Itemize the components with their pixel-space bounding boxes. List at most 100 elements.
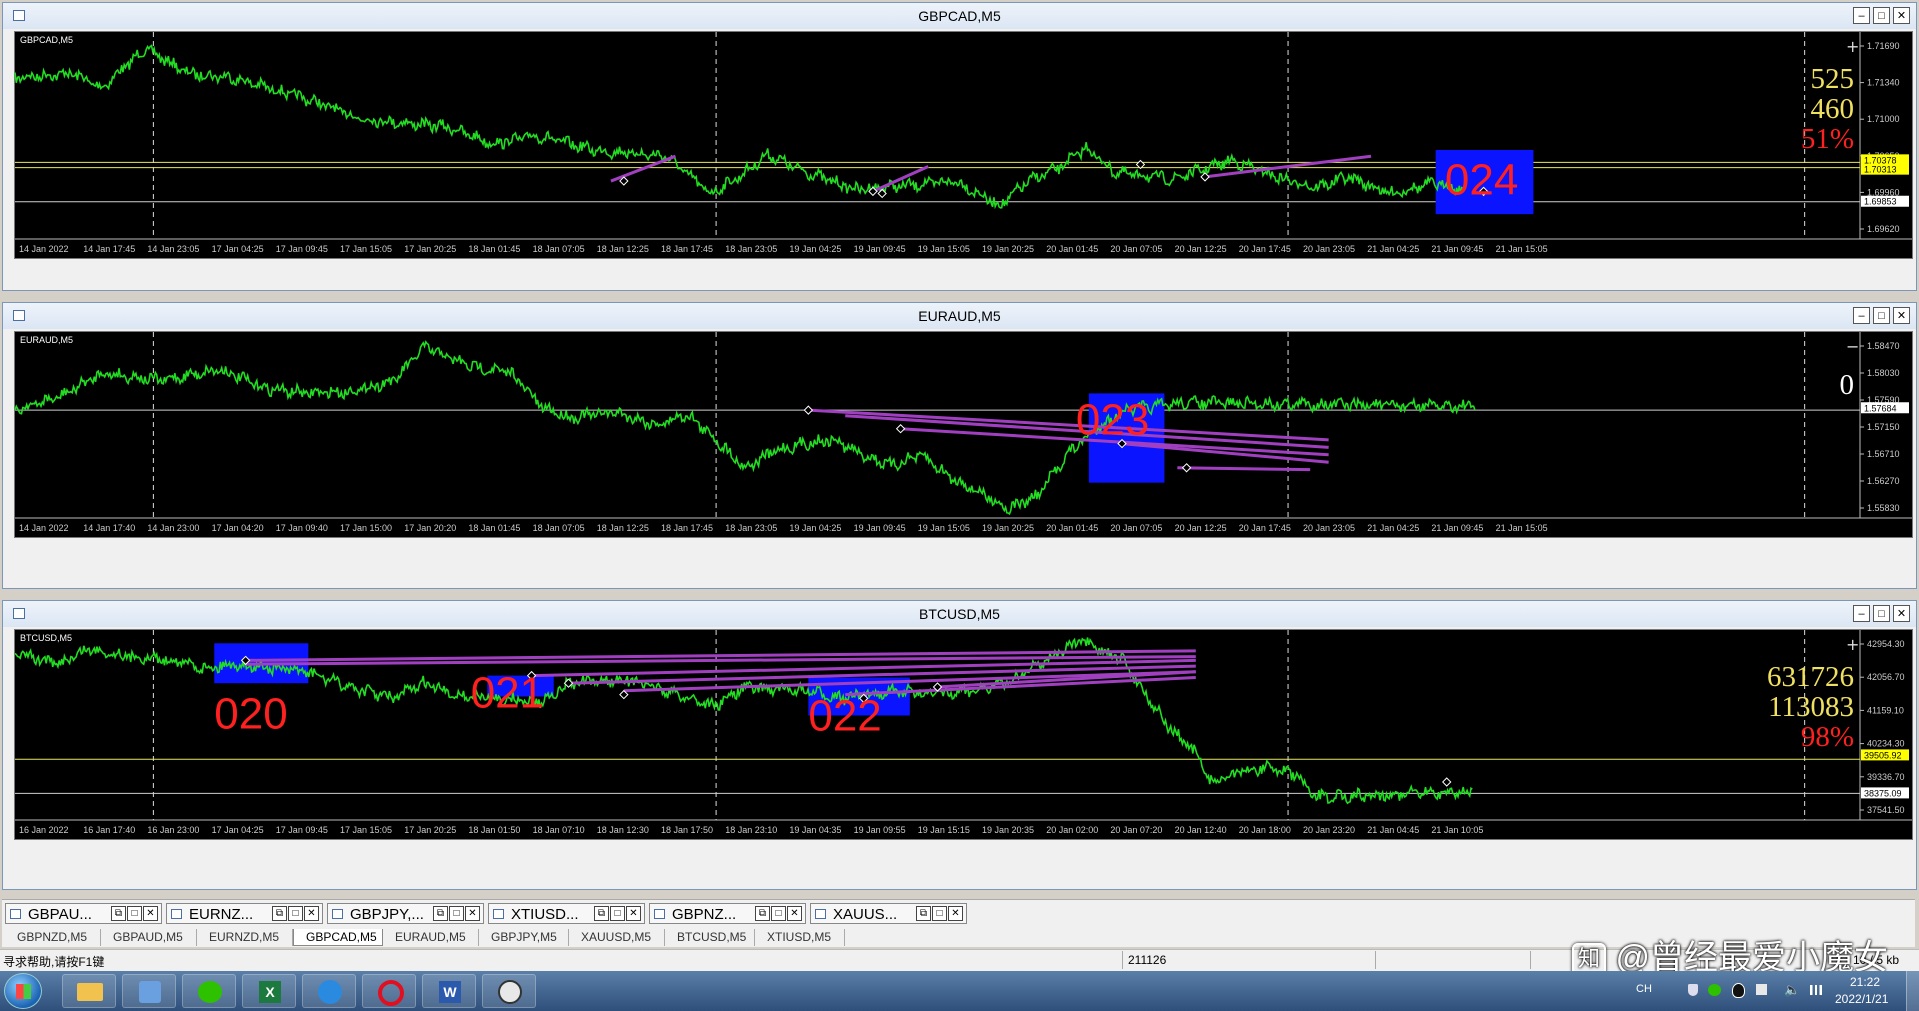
time-tick-label: 18 Jan 17:45 — [661, 523, 713, 533]
chart-canvas[interactable]: 0231.584701.580301.575901.571501.567101.… — [14, 332, 1912, 537]
clock-time[interactable]: 21:22 — [1850, 975, 1880, 989]
maximize-button[interactable]: □ — [288, 906, 303, 921]
restore-button[interactable]: ⧉ — [433, 906, 448, 921]
input-method-label[interactable]: CH — [1636, 983, 1652, 995]
stat-value: 0 — [1840, 369, 1855, 401]
window-titlebar[interactable]: GBPCAD,M5 – □ ✕ — [3, 3, 1916, 29]
signal-icon[interactable] — [1810, 985, 1822, 995]
shield-icon[interactable] — [1688, 984, 1698, 996]
time-tick-label: 17 Jan 04:25 — [212, 825, 264, 835]
mdi-tab-label: EURNZ... — [189, 906, 254, 923]
restore-button[interactable]: ⧉ — [755, 906, 770, 921]
chart-window-euraud[interactable]: EURAUD,M5 – □ ✕ EURAUD,M5 023 1.58470 1.58030 1.… — [2, 302, 1917, 589]
price-tick-label: 1.56710 — [1867, 449, 1900, 459]
close-button[interactable]: ✕ — [1893, 307, 1910, 324]
wechat-taskbar-button[interactable] — [182, 974, 236, 1008]
zone-label: 024 — [1445, 155, 1518, 204]
chart-plot-area[interactable]: EURAUD,M5 023 1.58470 1.58030 1.57590 1.57150… — [14, 331, 1913, 538]
close-button[interactable]: ✕ — [626, 906, 641, 921]
maximize-button[interactable]: □ — [1873, 307, 1890, 324]
chart-plot-area[interactable]: BTCUSD,M5 020 021 022 42954.30 42056.70 41159.… — [14, 629, 1913, 840]
chart-canvas[interactable]: 0241.716901.713401.710001.706501.699601.… — [14, 32, 1912, 258]
minimize-button[interactable]: – — [1853, 7, 1870, 24]
window-titlebar[interactable]: BTCUSD,M5 – □ ✕ — [3, 601, 1916, 627]
mdi-tab-1[interactable]: EURNZ... ⧉ □ ✕ — [166, 903, 323, 924]
restore-button[interactable]: ⧉ — [272, 906, 287, 921]
mdi-tab-3[interactable]: XTIUSD... ⧉ □ ✕ — [488, 903, 645, 924]
browser-taskbar-button[interactable] — [302, 974, 356, 1008]
close-button[interactable]: ✕ — [787, 906, 802, 921]
flag-tray-icon[interactable] — [1756, 984, 1767, 995]
maximize-button[interactable]: □ — [771, 906, 786, 921]
chart-window-btcusd[interactable]: BTCUSD,M5 – □ ✕ BTCUSD,M5 020 021 022 42954.30 42… — [2, 600, 1917, 890]
maximize-button[interactable]: □ — [1873, 7, 1890, 24]
mdi-tab-0[interactable]: GBPAU... ⧉ □ ✕ — [5, 903, 162, 924]
corner-indicator[interactable]: + — [1846, 635, 1859, 654]
time-tick-label: 17 Jan 20:20 — [404, 523, 456, 533]
chart-window-gbpcad[interactable]: GBPCAD,M5 – □ ✕ GBPCAD,M5 024 1.71690 1.71340 1.… — [2, 2, 1917, 291]
chart-tab[interactable]: XTIUSD,M5 — [755, 929, 845, 946]
corner-indicator[interactable]: + — [1846, 37, 1859, 56]
wechat-tray-icon[interactable] — [1708, 984, 1721, 996]
corner-indicator[interactable]: − — [1846, 337, 1859, 356]
mdi-tab-4[interactable]: GBPNZ... ⧉ □ ✕ — [649, 903, 806, 924]
folder-taskbar-button[interactable] — [62, 974, 116, 1008]
time-tick-label: 19 Jan 20:35 — [982, 825, 1034, 835]
close-button[interactable]: ✕ — [948, 906, 963, 921]
metatrader-taskbar-button[interactable] — [482, 974, 536, 1008]
chart-canvas[interactable]: 020 021 022 42954.30 42056.70 41159.10 40234.3… — [14, 630, 1912, 839]
close-button[interactable]: ✕ — [1893, 605, 1910, 622]
volume-icon[interactable]: 🔈 — [1784, 982, 1800, 998]
time-tick-label: 18 Jan 17:45 — [661, 244, 713, 254]
trade-marker[interactable] — [1181, 463, 1192, 473]
chart-tab[interactable]: GBPJPY,M5 — [479, 929, 569, 946]
trend-line[interactable] — [1177, 466, 1311, 472]
minimize-button[interactable]: – — [1853, 605, 1870, 622]
price-tick-label: 37541.50 — [1867, 805, 1905, 815]
trade-marker[interactable] — [1200, 172, 1210, 182]
chart-tab[interactable]: EURAUD,M5 — [383, 929, 479, 946]
time-tick-label: 17 Jan 15:00 — [340, 523, 392, 533]
restore-button[interactable]: ⧉ — [916, 906, 931, 921]
minimize-button[interactable]: – — [1853, 307, 1870, 324]
show-desktop-button[interactable] — [1906, 971, 1919, 1011]
mdi-tab-2[interactable]: GBPJPY,... ⧉ □ ✕ — [327, 903, 484, 924]
close-button[interactable]: ✕ — [465, 906, 480, 921]
trend-line[interactable] — [610, 154, 677, 183]
start-button[interactable] — [4, 973, 42, 1009]
close-button[interactable]: ✕ — [143, 906, 158, 921]
trade-marker[interactable] — [895, 424, 906, 434]
trade-marker[interactable] — [803, 405, 814, 415]
time-tick-label: 19 Jan 04:25 — [789, 244, 841, 254]
chart-tab[interactable]: BTCUSD,M5 — [665, 929, 755, 946]
word-taskbar-button[interactable]: W — [422, 974, 476, 1008]
restore-button[interactable]: ⧉ — [594, 906, 609, 921]
chart-tab[interactable]: GBPCAD,M5 — [293, 929, 383, 946]
restore-button[interactable]: ⧉ — [111, 906, 126, 921]
chart-tab[interactable]: EURNZD,M5 — [197, 929, 293, 946]
chart-tab[interactable]: GBPAUD,M5 — [101, 929, 197, 946]
close-button[interactable]: ✕ — [1893, 7, 1910, 24]
maximize-button[interactable]: □ — [932, 906, 947, 921]
excel-taskbar-button[interactable]: X — [242, 974, 296, 1008]
close-button[interactable]: ✕ — [304, 906, 319, 921]
trend-line[interactable] — [808, 408, 1329, 442]
time-tick-label: 20 Jan 02:00 — [1046, 825, 1098, 835]
window-titlebar[interactable]: EURAUD,M5 – □ ✕ — [3, 303, 1916, 329]
maximize-button[interactable]: □ — [127, 906, 142, 921]
window-controls: – □ ✕ — [1853, 605, 1910, 622]
qq-tray-icon[interactable] — [1732, 983, 1745, 998]
time-tick-label: 19 Jan 20:25 — [982, 244, 1034, 254]
clock-date[interactable]: 2022/1/21 — [1835, 992, 1888, 1006]
maximize-button[interactable]: □ — [1873, 605, 1890, 622]
opera-taskbar-button[interactable] — [362, 974, 416, 1008]
time-tick-label: 18 Jan 12:25 — [597, 244, 649, 254]
maximize-button[interactable]: □ — [610, 906, 625, 921]
network-taskbar-button[interactable] — [122, 974, 176, 1008]
trade-marker[interactable] — [1442, 777, 1452, 787]
mdi-tab-5[interactable]: XAUUS... ⧉ □ ✕ — [810, 903, 967, 924]
chart-plot-area[interactable]: GBPCAD,M50241.716901.713401.710001.70650… — [14, 31, 1913, 259]
chart-tab[interactable]: XAUUSD,M5 — [569, 929, 665, 946]
maximize-button[interactable]: □ — [449, 906, 464, 921]
chart-tab[interactable]: GBPNZD,M5 — [5, 929, 101, 946]
